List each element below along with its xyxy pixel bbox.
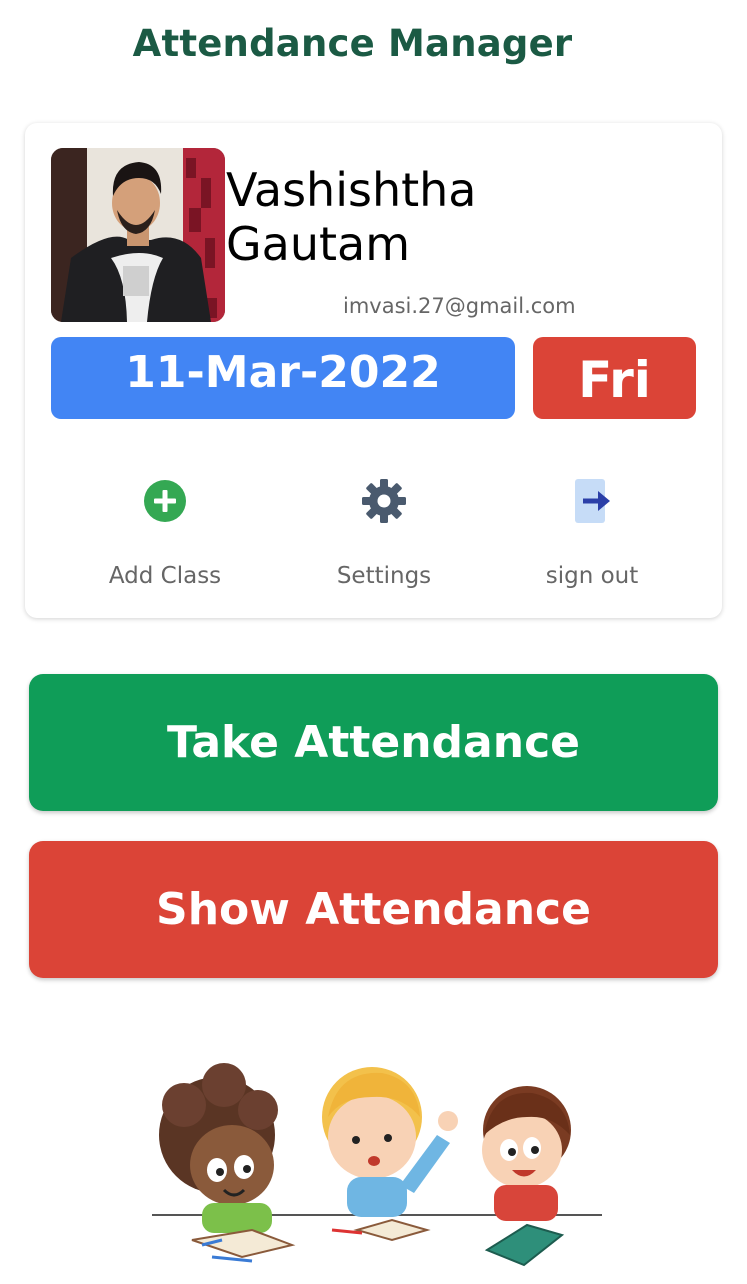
sign-out-label: sign out <box>545 563 639 589</box>
profile-card: Vashishtha Gautam imvasi.27@gmail.com 11… <box>25 123 722 618</box>
avatar-photo <box>51 148 225 322</box>
take-attendance-button[interactable]: Take Attendance <box>29 674 718 811</box>
show-attendance-button[interactable]: Show Attendance <box>29 841 718 978</box>
user-name: Vashishtha Gautam <box>226 163 477 271</box>
kids-studying-illustration <box>132 1025 610 1280</box>
settings-label: Settings <box>336 563 432 589</box>
current-day: Fri <box>533 337 696 419</box>
user-email: imvasi.27@gmail.com <box>343 294 576 318</box>
add-circle-icon <box>144 480 186 522</box>
settings-button[interactable]: Settings <box>284 473 484 589</box>
add-class-button[interactable]: Add Class <box>65 473 265 589</box>
sign-out-button[interactable]: sign out <box>492 473 692 589</box>
current-date: 11-Mar-2022 <box>51 337 515 419</box>
gear-icon <box>362 479 406 523</box>
add-class-label: Add Class <box>108 563 222 589</box>
profile-avatar[interactable] <box>51 148 225 322</box>
app-title: Attendance Manager <box>132 22 573 65</box>
exit-arrow-icon <box>575 479 610 523</box>
kids-illustration-image <box>152 1063 602 1267</box>
